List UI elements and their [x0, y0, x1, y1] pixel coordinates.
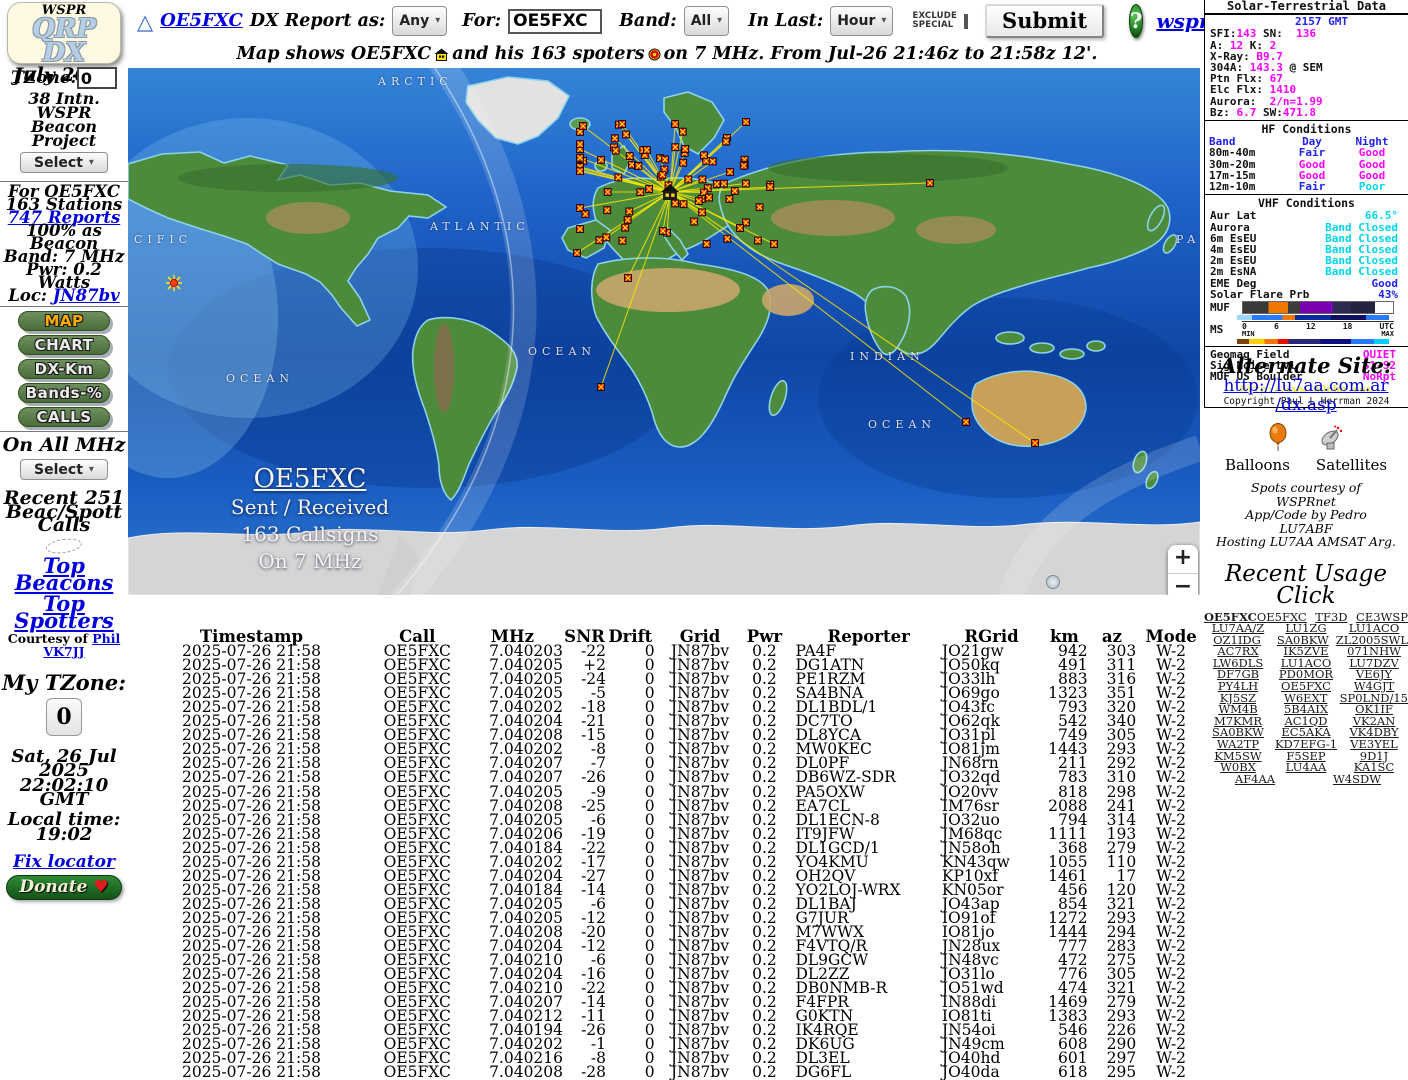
right-sidebar-lower: Alternate Site: http://lu7aa.com.ar /dx.…: [1204, 348, 1408, 785]
tzone-label: TZone:: [11, 69, 77, 87]
chevron-down-icon: ▾: [89, 463, 94, 477]
phil-link[interactable]: Phil: [92, 631, 120, 646]
site-logo: WSPR QRP DX July 2025: [7, 2, 121, 64]
heart-icon: ♥: [93, 877, 108, 897]
satellites-label[interactable]: Satellites: [1316, 457, 1387, 473]
alternate-site-title: Alternate Site:: [1204, 354, 1408, 377]
tzone-input[interactable]: [77, 67, 117, 89]
locator-row: Loc: JN87bv: [0, 289, 128, 302]
solar-title: Solar-Terrestrial Data: [1205, 0, 1408, 15]
callsign-input[interactable]: [508, 9, 602, 34]
chevron-down-icon: ▾: [881, 14, 886, 28]
exclude-special-label: EXCLUDE SPECIAL: [912, 12, 957, 30]
report-as-label: DX Report as:: [250, 11, 385, 31]
sun-icon: [166, 275, 182, 291]
recent-usage-link[interactable]: LU4AA: [1272, 762, 1340, 774]
chevron-down-icon: ▾: [89, 156, 94, 170]
map-button[interactable]: MAP: [18, 311, 110, 331]
balloons-label[interactable]: Balloons: [1225, 457, 1290, 473]
tzone-row: TZone:: [0, 67, 128, 89]
bands-pct-button[interactable]: Bands-%: [18, 383, 110, 403]
logo-qrpdx: QRP DX: [8, 17, 120, 65]
world-map[interactable]: ARCTIC ATLANTIC OCEAN CIFIC PA OCEAN IND…: [128, 68, 1200, 595]
wspr-qrp-dx-page: WSPR QRP DX July 2025 TZone: 38 Intn. WS…: [0, 0, 1408, 1080]
spots-table: Timestamp Call MHz SNR Drift Grid Pwr Re…: [130, 630, 1206, 1080]
muf-bar-row: MUF: [1205, 301, 1408, 314]
table-row: 2025-07-26 21:58OE5FXC7.040208-280JN87bv…: [130, 1065, 1206, 1079]
ms-scale: 0 6 12 18 UTC MIN MAX: [1242, 321, 1394, 338]
vk7jj-link[interactable]: VK7JJ: [43, 644, 84, 659]
divider: [0, 306, 128, 307]
home-icon: [434, 48, 449, 61]
hf-rows: 80m-40mFairGood30m-20mGoodGood17m-15mGoo…: [1205, 147, 1408, 192]
header-toolbar: △ OE5FXC DX Report as: Any ▾ For: Band: …: [130, 1, 1248, 41]
zoom-in-button[interactable]: +: [1168, 545, 1198, 573]
triangle-icon: △: [137, 9, 153, 34]
satellite-icon[interactable]: [1318, 425, 1344, 451]
map-attribution-icon[interactable]: [1046, 575, 1060, 589]
fix-locator-link[interactable]: Fix locator: [13, 854, 115, 871]
left-sidebar: WSPR QRP DX July 2025 TZone: 38 Intn. WS…: [0, 0, 128, 1080]
spot-marker-icon: [648, 48, 661, 61]
chart-button[interactable]: CHART: [18, 335, 110, 355]
ms-bar: [1237, 339, 1389, 344]
ms-row: MS 0 6 12 18 UTC MIN MAX: [1205, 321, 1408, 338]
world-map-svg: [128, 68, 1200, 595]
chevron-down-icon: ▾: [435, 14, 440, 28]
muf-sub-bar: [1237, 315, 1389, 320]
map-zoom-control: + −: [1168, 545, 1198, 595]
recent-usage-title: Recent Usage Click: [1204, 563, 1408, 607]
submit-button[interactable]: Submit: [985, 4, 1104, 38]
courtesy-note: Courtesy of Phil VK7JJ: [0, 632, 128, 658]
project-title: 38 Intn. WSPR Beacon Project: [0, 92, 128, 148]
band-select[interactable]: Select ▾: [20, 152, 108, 173]
local-time: Local time: 19:02: [0, 812, 128, 842]
muf-bar: [1242, 301, 1394, 314]
recent-usage-grid: OE5FXCOE5FXCTF3DCE3WSPLU7AA/ZLU1ZGLU1ACO…: [1204, 612, 1408, 786]
donate-button[interactable]: Donate ♥: [6, 875, 122, 900]
chevron-down-icon: ▾: [717, 14, 722, 28]
calls-button[interactable]: CALLS: [18, 407, 110, 427]
band-label: Band:: [619, 11, 677, 31]
alternate-site-link2[interactable]: /dx.asp: [1204, 396, 1408, 415]
gmt-datetime: Sat, 26 Jul 2025 22:02:10 GMT: [0, 750, 128, 808]
vhf-rows: Aur Lat66.5°AuroraBand Closed6m EsEUBand…: [1205, 210, 1408, 300]
exclude-special-checkbox[interactable]: [964, 14, 968, 29]
for-label: For:: [462, 11, 501, 31]
divider: [0, 431, 128, 432]
locator-link[interactable]: JN87bv: [53, 286, 120, 305]
map-caption: Map shows OE5FXCand his 163 spoterson 7 …: [132, 44, 1202, 65]
my-tzone-value-button[interactable]: 0: [46, 698, 82, 736]
in-last-select[interactable]: Hour ▾: [830, 6, 893, 36]
solar-data-lines: SFI:143 SN: 136A: 12 K: 2X-Ray: B9.7304A…: [1205, 28, 1408, 118]
top-beacons-link[interactable]: Top Beacons: [0, 557, 128, 591]
my-tzone-label: My TZone:: [0, 672, 128, 694]
recent-usage-link[interactable]: AF4AA: [1204, 774, 1306, 786]
top-spotters-link[interactable]: Top Spotters: [0, 595, 128, 629]
recent-usage-link[interactable]: W4SDW: [1306, 774, 1408, 786]
solar-terrestrial-panel: Solar-Terrestrial Data 2157 GMT SFI:143 …: [1204, 0, 1408, 408]
alternate-site-link[interactable]: http://lu7aa.com.ar: [1204, 377, 1408, 396]
header-callsign-link[interactable]: OE5FXC: [160, 11, 243, 31]
dx-km-button[interactable]: DX-Km: [18, 359, 110, 379]
band-select-top[interactable]: All ▾: [684, 6, 729, 36]
report-as-select[interactable]: Any ▾: [392, 6, 447, 36]
recent-calls-label: Recent 251 Beac/Spott Calls: [0, 492, 128, 533]
in-last-label: In Last:: [748, 11, 823, 31]
zoom-out-button[interactable]: −: [1168, 573, 1198, 595]
help-icon[interactable]: ?: [1129, 4, 1143, 38]
on-all-mhz-label: On All MHz: [0, 435, 128, 455]
station-stats: For OE5FXC 163 Stations 747 Reports 100%…: [0, 185, 128, 302]
credits: Spots courtesy of WSPRnet App/Code by Pe…: [1204, 481, 1408, 549]
all-mhz-select[interactable]: Select ▾: [20, 459, 108, 480]
balloon-icon[interactable]: [1268, 423, 1288, 451]
